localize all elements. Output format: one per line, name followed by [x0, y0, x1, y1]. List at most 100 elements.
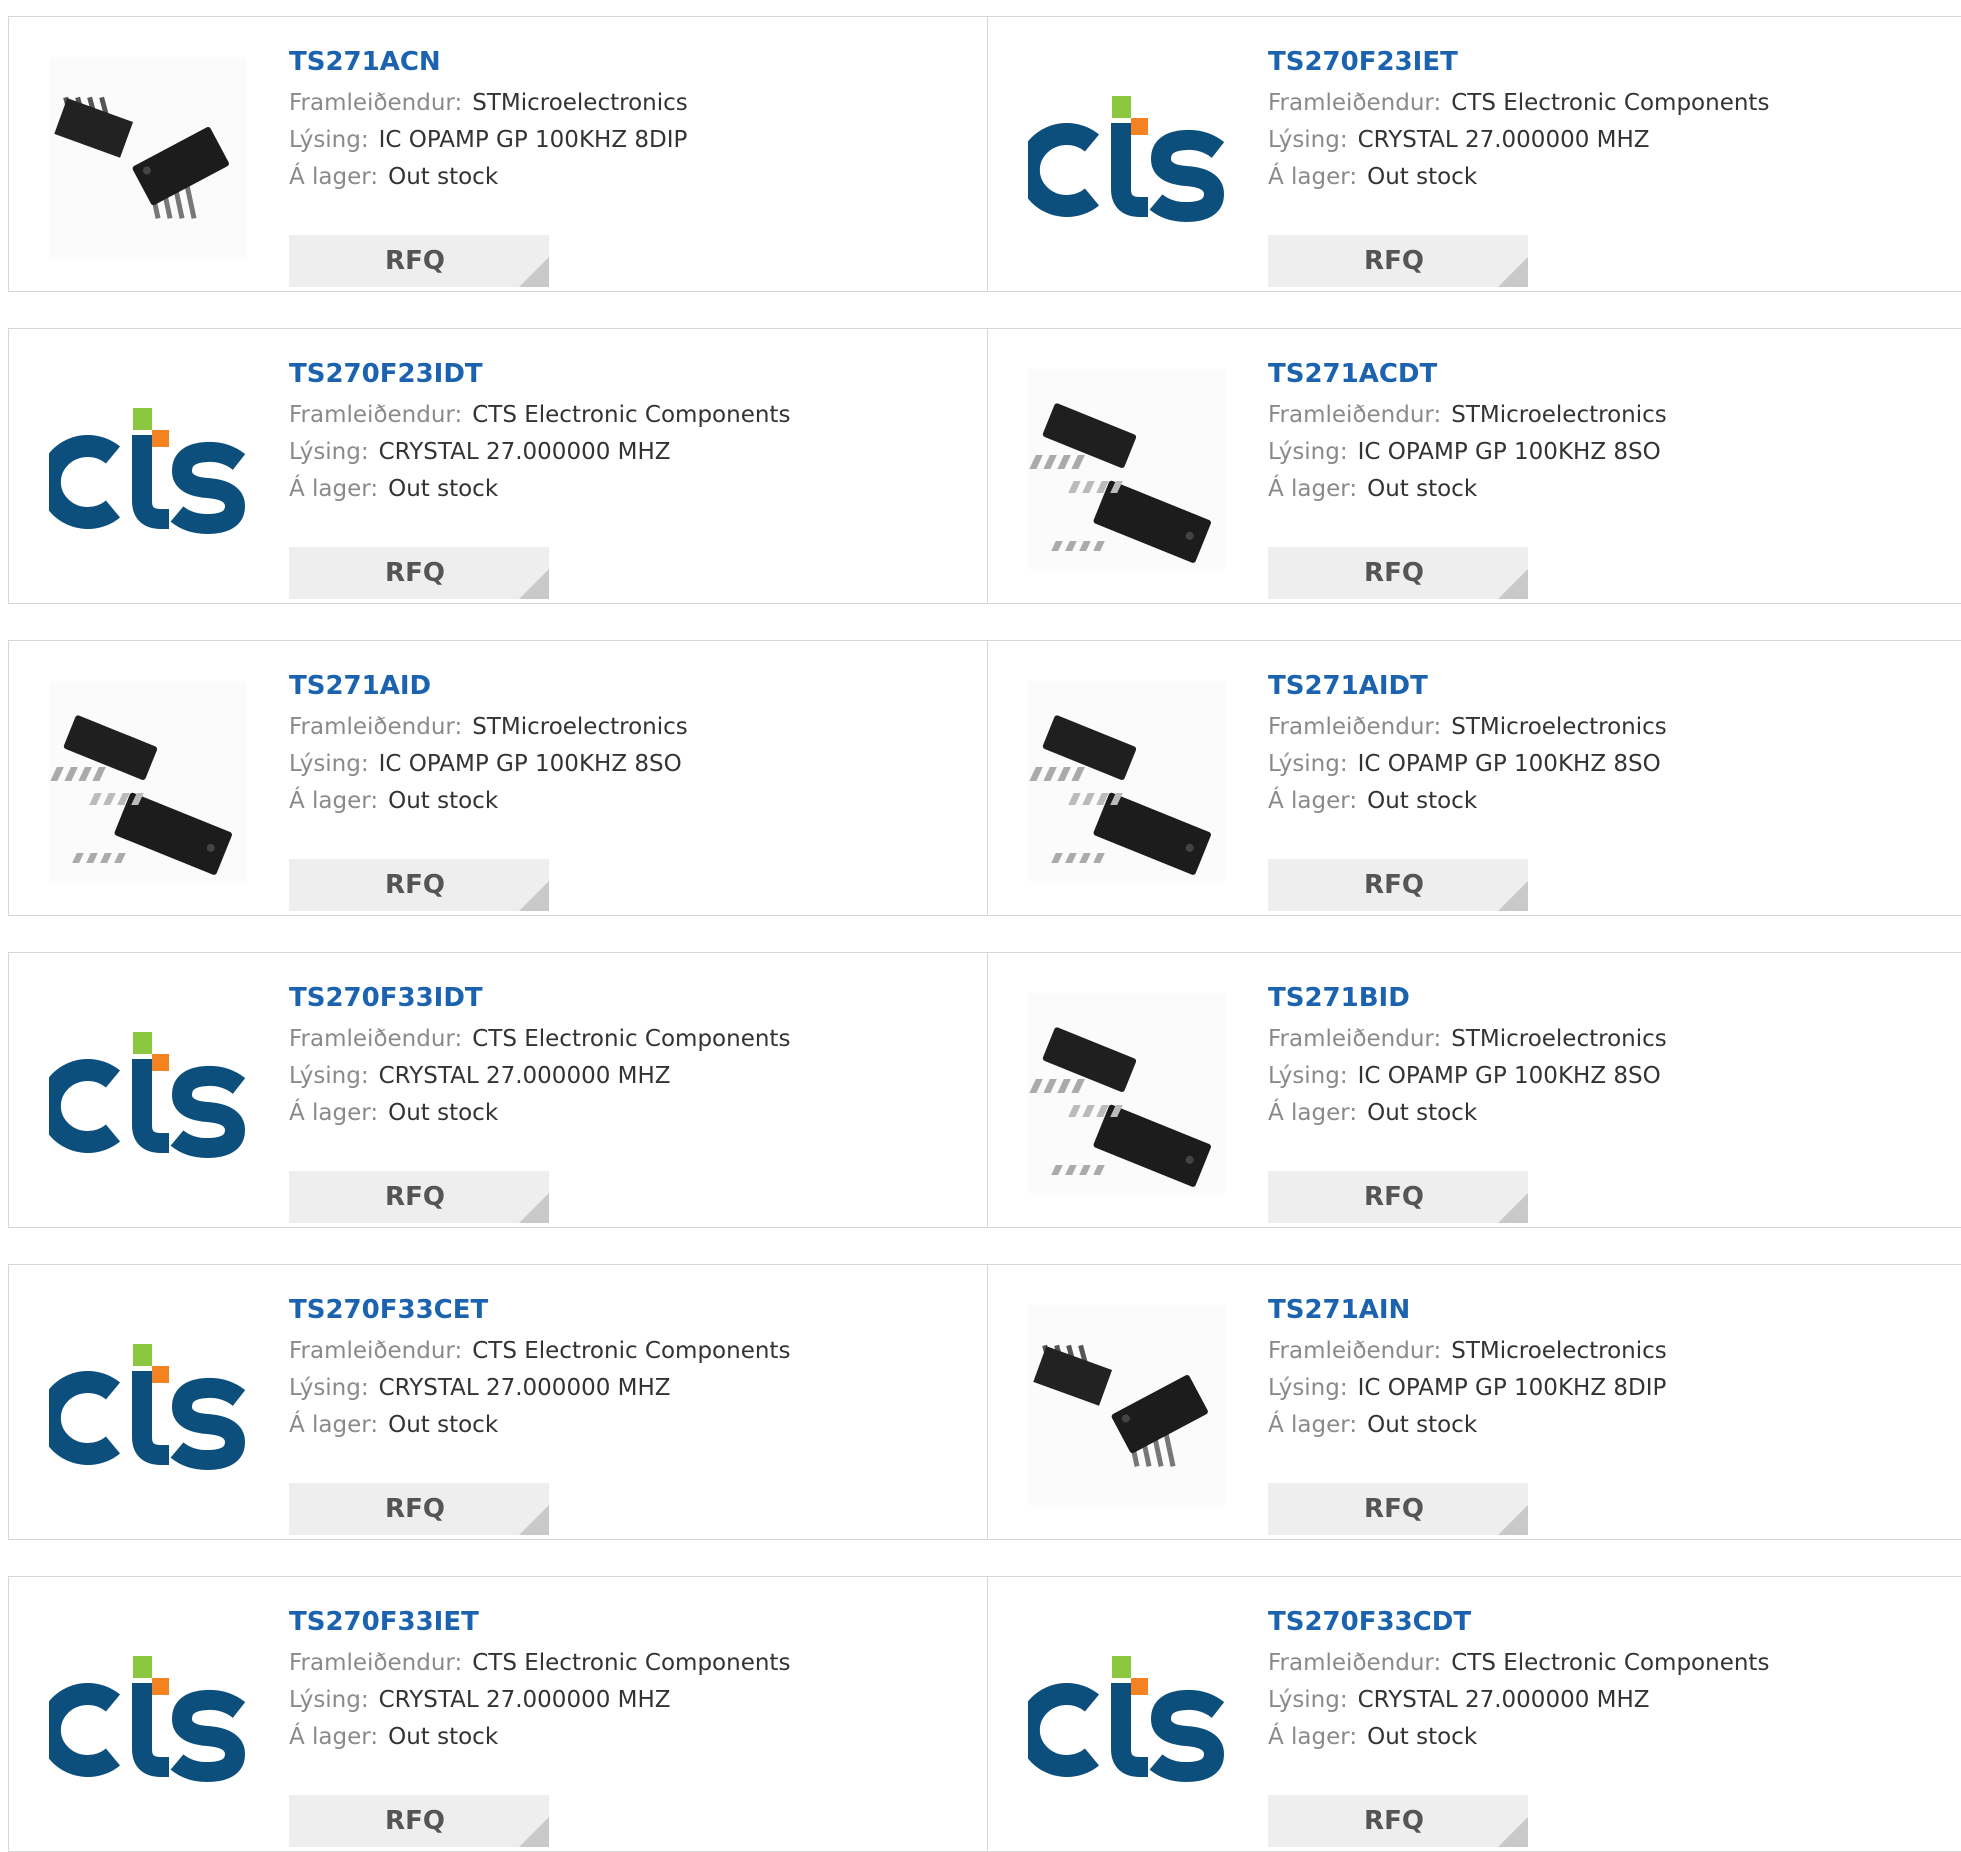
rfq-label: RFQ — [385, 246, 445, 276]
description-value: IC OPAMP GP 100KHZ 8DIP — [1357, 1375, 1667, 1401]
rfq-label: RFQ — [1364, 1182, 1424, 1212]
manufacturer-value: STMicroelectronics — [1451, 402, 1667, 428]
stock-row: Á lager: Out stock — [1268, 159, 1961, 196]
corner-triangle-icon — [519, 881, 549, 911]
stock-label: Á lager: — [1268, 164, 1358, 190]
part-number-link[interactable]: TS270F33IET — [289, 1605, 977, 1645]
manufacturer-row: Framleiðendur: CTS Electronic Components — [289, 1021, 977, 1058]
description-value: IC OPAMP GP 100KHZ 8SO — [378, 751, 682, 777]
manufacturer-value: STMicroelectronics — [1451, 1338, 1667, 1364]
product-image[interactable] — [49, 1305, 247, 1505]
manufacturer-row: Framleiðendur: CTS Electronic Components — [289, 1645, 977, 1682]
rfq-label: RFQ — [1364, 1806, 1424, 1836]
rfq-label: RFQ — [385, 1806, 445, 1836]
stock-row: Á lager: Out stock — [289, 1095, 977, 1132]
product-card: TS271BID Framleiðendur: STMicroelectronic… — [987, 952, 1961, 1228]
stock-label: Á lager: — [1268, 788, 1358, 814]
product-image[interactable] — [1028, 369, 1226, 569]
product-image[interactable] — [1028, 993, 1226, 1193]
part-number-link[interactable]: TS271BID — [1268, 981, 1961, 1021]
product-image[interactable] — [1028, 681, 1226, 881]
part-number-link[interactable]: TS271AIDT — [1268, 669, 1961, 709]
description-label: Lýsing: — [289, 127, 369, 153]
description-value: CRYSTAL 27.000000 MHZ — [1357, 1687, 1650, 1713]
cts-logo-icon — [1028, 1656, 1225, 1783]
rfq-label: RFQ — [1364, 558, 1424, 588]
rfq-button[interactable]: RFQ — [1268, 859, 1528, 911]
description-row: Lýsing: IC OPAMP GP 100KHZ 8SO — [289, 746, 977, 783]
product-card: TS271AIDT Framleiðendur: STMicroelectroni… — [987, 640, 1961, 916]
stock-label: Á lager: — [289, 1412, 379, 1438]
rfq-button[interactable]: RFQ — [1268, 547, 1528, 599]
corner-triangle-icon — [1498, 1193, 1528, 1223]
corner-triangle-icon — [1498, 569, 1528, 599]
stock-label: Á lager: — [1268, 1412, 1358, 1438]
manufacturer-row: Framleiðendur: STMicroelectronics — [289, 709, 977, 746]
manufacturer-row: Framleiðendur: CTS Electronic Components — [1268, 1645, 1961, 1682]
cts-logo-icon — [49, 1656, 246, 1783]
rfq-button[interactable]: RFQ — [289, 1795, 549, 1847]
product-card: TS270F23IET Framleiðendur: CTS Electronic… — [987, 16, 1961, 292]
product-image[interactable] — [49, 57, 247, 257]
product-info: TS270F23IET Framleiðendur: CTS Electronic… — [1268, 45, 1961, 287]
stock-value: Out stock — [1367, 164, 1478, 190]
stock-label: Á lager: — [289, 164, 379, 190]
stock-value: Out stock — [1367, 476, 1478, 502]
rfq-button[interactable]: RFQ — [289, 235, 549, 287]
manufacturer-label: Framleiðendur: — [1268, 714, 1442, 740]
manufacturer-label: Framleiðendur: — [1268, 1026, 1442, 1052]
product-image[interactable] — [49, 681, 247, 881]
part-number-link[interactable]: TS270F23IDT — [289, 357, 977, 397]
stock-label: Á lager: — [1268, 476, 1358, 502]
stock-value: Out stock — [388, 476, 499, 502]
description-row: Lýsing: IC OPAMP GP 100KHZ 8SO — [1268, 746, 1961, 783]
description-value: IC OPAMP GP 100KHZ 8SO — [1357, 1063, 1661, 1089]
rfq-button[interactable]: RFQ — [1268, 1795, 1528, 1847]
product-card: TS271ACDT Framleiðendur: STMicroelectroni… — [987, 328, 1961, 604]
stock-value: Out stock — [388, 1724, 499, 1750]
part-number-link[interactable]: TS271AID — [289, 669, 977, 709]
corner-triangle-icon — [1498, 881, 1528, 911]
stock-row: Á lager: Out stock — [1268, 1095, 1961, 1132]
description-label: Lýsing: — [289, 439, 369, 465]
corner-triangle-icon — [1498, 1505, 1528, 1535]
manufacturer-row: Framleiðendur: CTS Electronic Components — [1268, 85, 1961, 122]
manufacturer-value: CTS Electronic Components — [1451, 90, 1770, 116]
stock-row: Á lager: Out stock — [289, 1719, 977, 1756]
stock-row: Á lager: Out stock — [1268, 783, 1961, 820]
product-card: TS271AID Framleiðendur: STMicroelectronic… — [8, 640, 987, 916]
product-image[interactable] — [1028, 1617, 1226, 1817]
rfq-button[interactable]: RFQ — [1268, 1483, 1528, 1535]
product-image[interactable] — [1028, 1305, 1226, 1505]
part-number-link[interactable]: TS270F33CET — [289, 1293, 977, 1333]
manufacturer-label: Framleiðendur: — [289, 1650, 463, 1676]
part-number-link[interactable]: TS270F33IDT — [289, 981, 977, 1021]
rfq-button[interactable]: RFQ — [289, 1483, 549, 1535]
manufacturer-row: Framleiðendur: STMicroelectronics — [1268, 1333, 1961, 1370]
part-number-link[interactable]: TS271ACN — [289, 45, 977, 85]
part-number-link[interactable]: TS271AIN — [1268, 1293, 1961, 1333]
rfq-button[interactable]: RFQ — [289, 859, 549, 911]
corner-triangle-icon — [519, 1817, 549, 1847]
part-number-link[interactable]: TS270F23IET — [1268, 45, 1961, 85]
rfq-button[interactable]: RFQ — [1268, 1171, 1528, 1223]
product-image[interactable] — [49, 369, 247, 569]
stock-label: Á lager: — [289, 1100, 379, 1126]
product-image[interactable] — [49, 993, 247, 1193]
part-number-link[interactable]: TS270F33CDT — [1268, 1605, 1961, 1645]
product-image[interactable] — [49, 1617, 247, 1817]
part-number-link[interactable]: TS271ACDT — [1268, 357, 1961, 397]
rfq-button[interactable]: RFQ — [289, 547, 549, 599]
corner-triangle-icon — [519, 1505, 549, 1535]
manufacturer-value: CTS Electronic Components — [1451, 1650, 1770, 1676]
description-row: Lýsing: CRYSTAL 27.000000 MHZ — [289, 1682, 977, 1719]
rfq-label: RFQ — [385, 1182, 445, 1212]
manufacturer-label: Framleiðendur: — [289, 402, 463, 428]
product-card: TS270F33CET Framleiðendur: CTS Electronic… — [8, 1264, 987, 1540]
rfq-button[interactable]: RFQ — [1268, 235, 1528, 287]
product-card: TS270F33CDT Framleiðendur: CTS Electronic… — [987, 1576, 1961, 1852]
product-image[interactable] — [1028, 57, 1226, 257]
rfq-button[interactable]: RFQ — [289, 1171, 549, 1223]
cts-logo-icon — [49, 408, 246, 535]
stock-row: Á lager: Out stock — [289, 471, 977, 508]
